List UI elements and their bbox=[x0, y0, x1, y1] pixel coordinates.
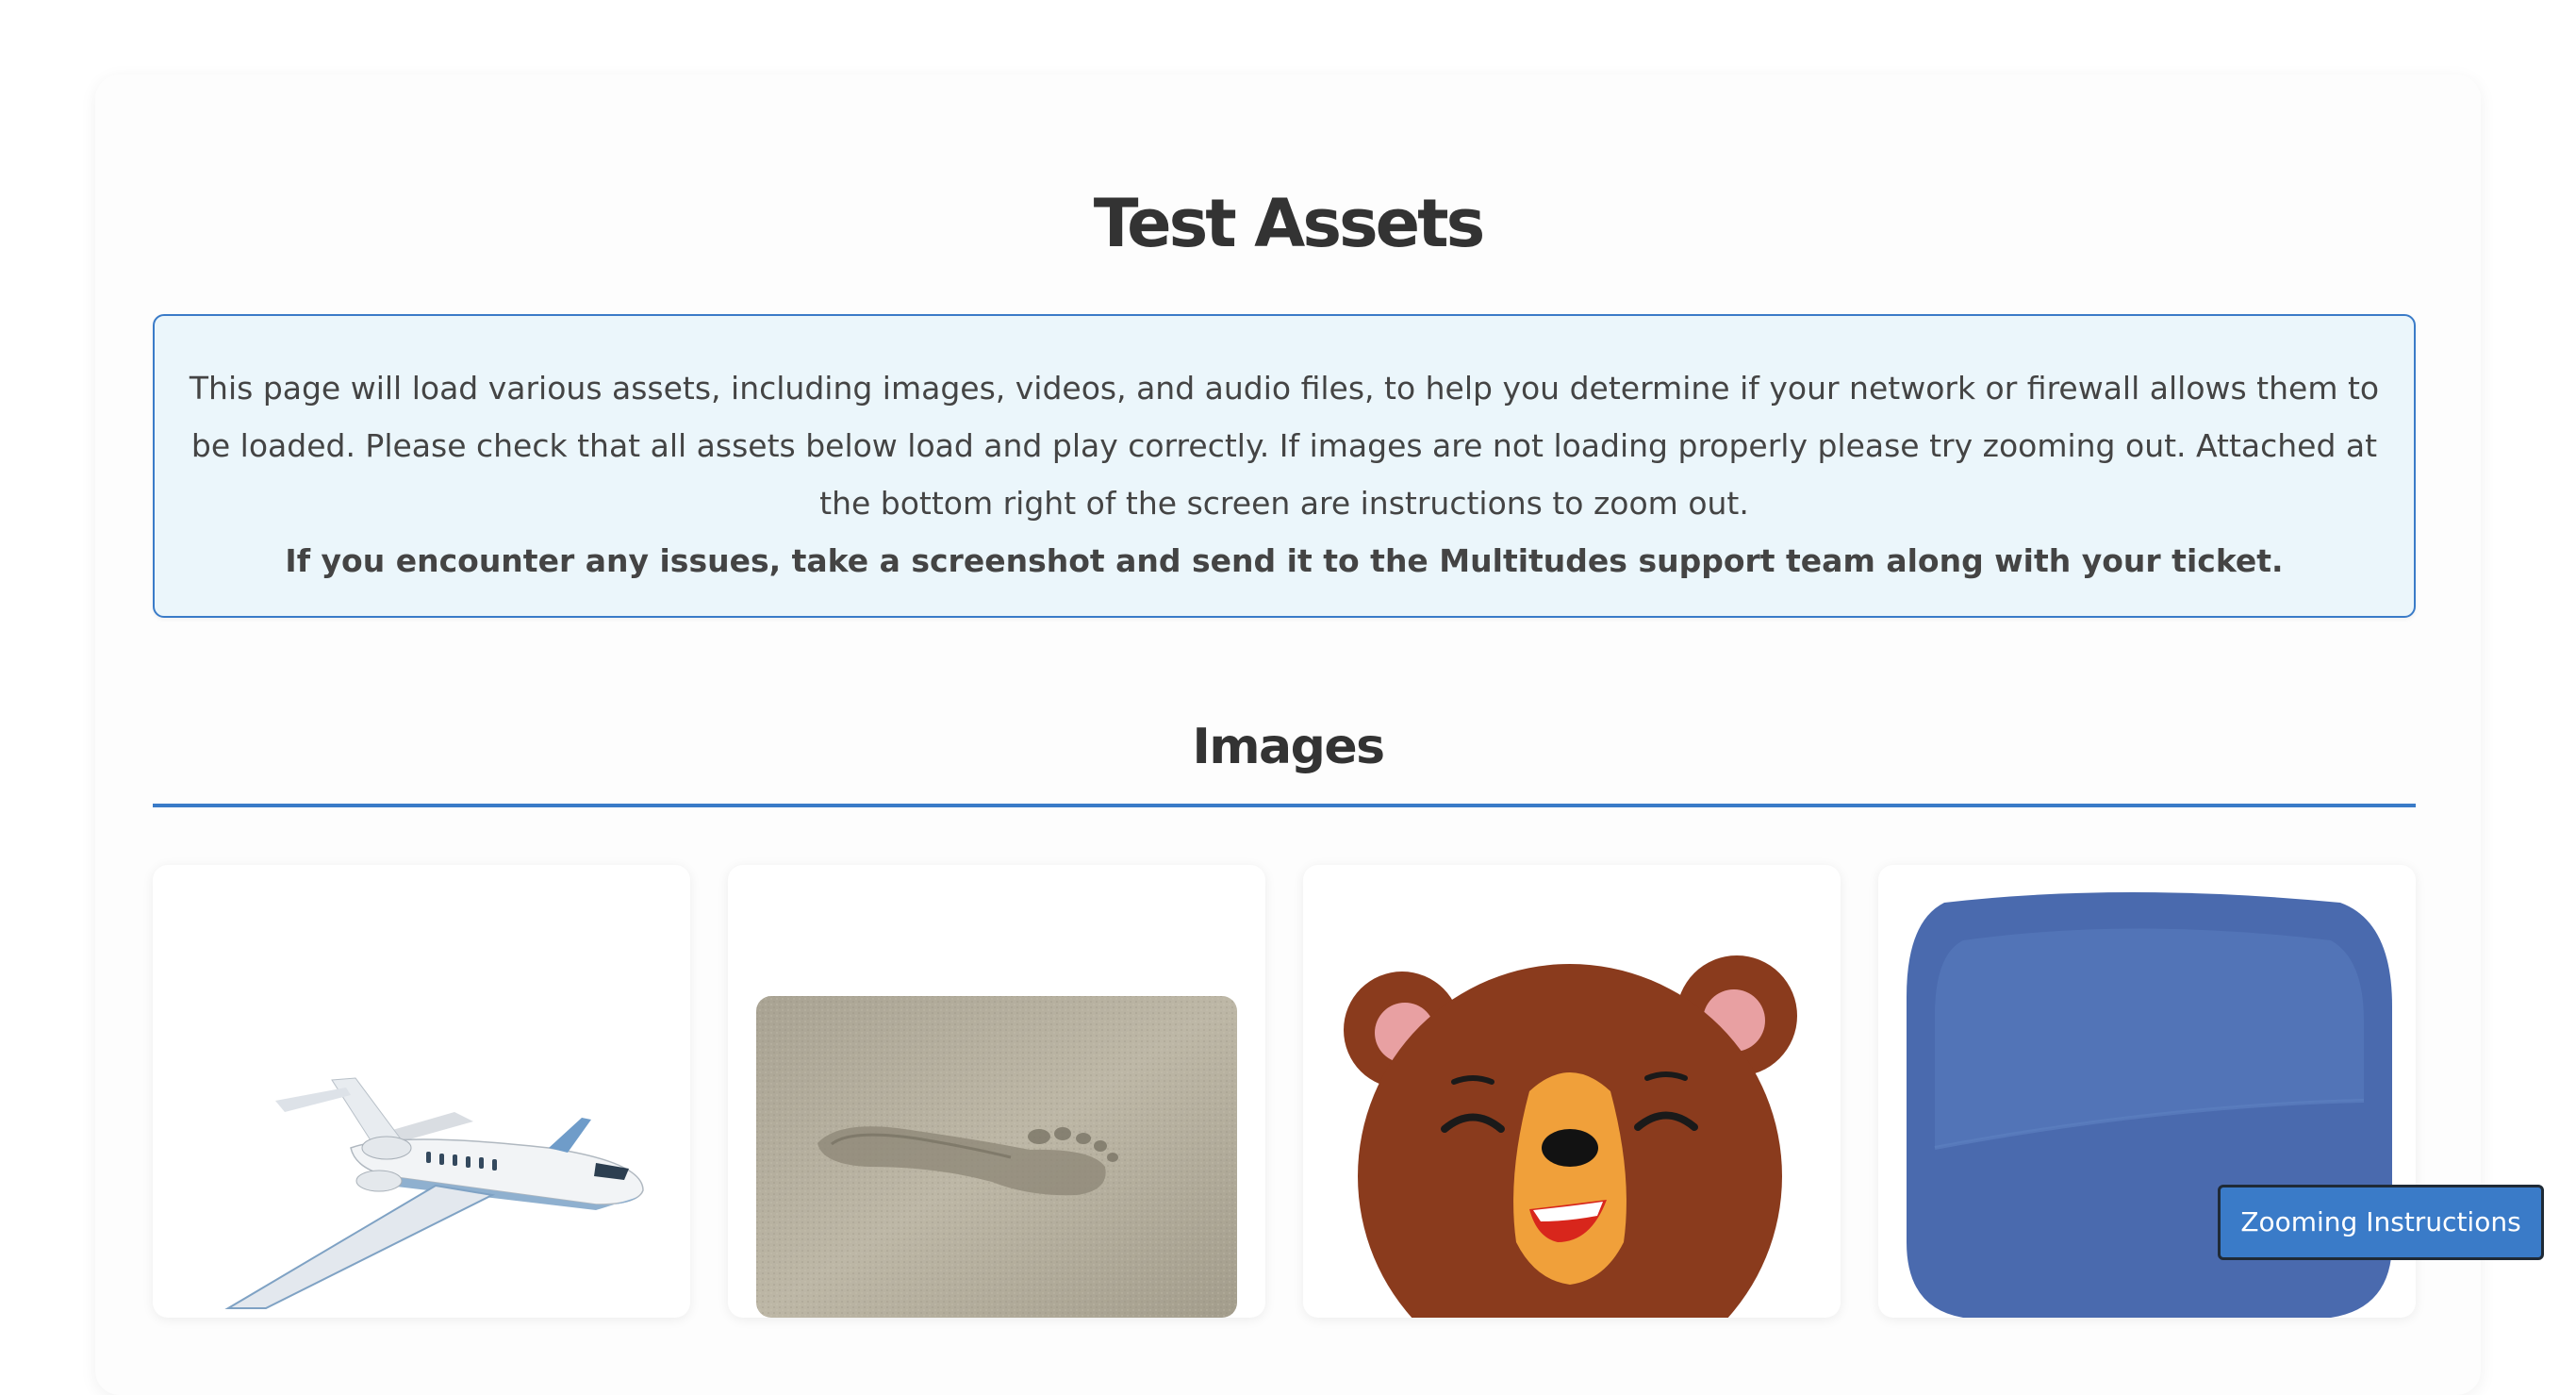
zooming-instructions-button[interactable]: Zooming Instructions bbox=[2218, 1185, 2544, 1260]
info-box: This page will load various assets, incl… bbox=[153, 314, 2416, 618]
airplane-image bbox=[224, 1077, 644, 1309]
page-title: Test Assets bbox=[1093, 185, 1486, 262]
info-paragraph: This page will load various assets, incl… bbox=[189, 370, 2380, 522]
image-card-footprint bbox=[728, 865, 1265, 1318]
info-emphasis: If you encounter any issues, take a scre… bbox=[285, 542, 2284, 579]
bear-image bbox=[1344, 955, 1797, 1318]
image-card-bear bbox=[1303, 865, 1841, 1318]
image-card-airplane bbox=[153, 865, 690, 1318]
images-section-title: Images bbox=[1192, 719, 1385, 775]
footprint-image bbox=[756, 996, 1237, 1318]
section-divider bbox=[153, 804, 2416, 807]
